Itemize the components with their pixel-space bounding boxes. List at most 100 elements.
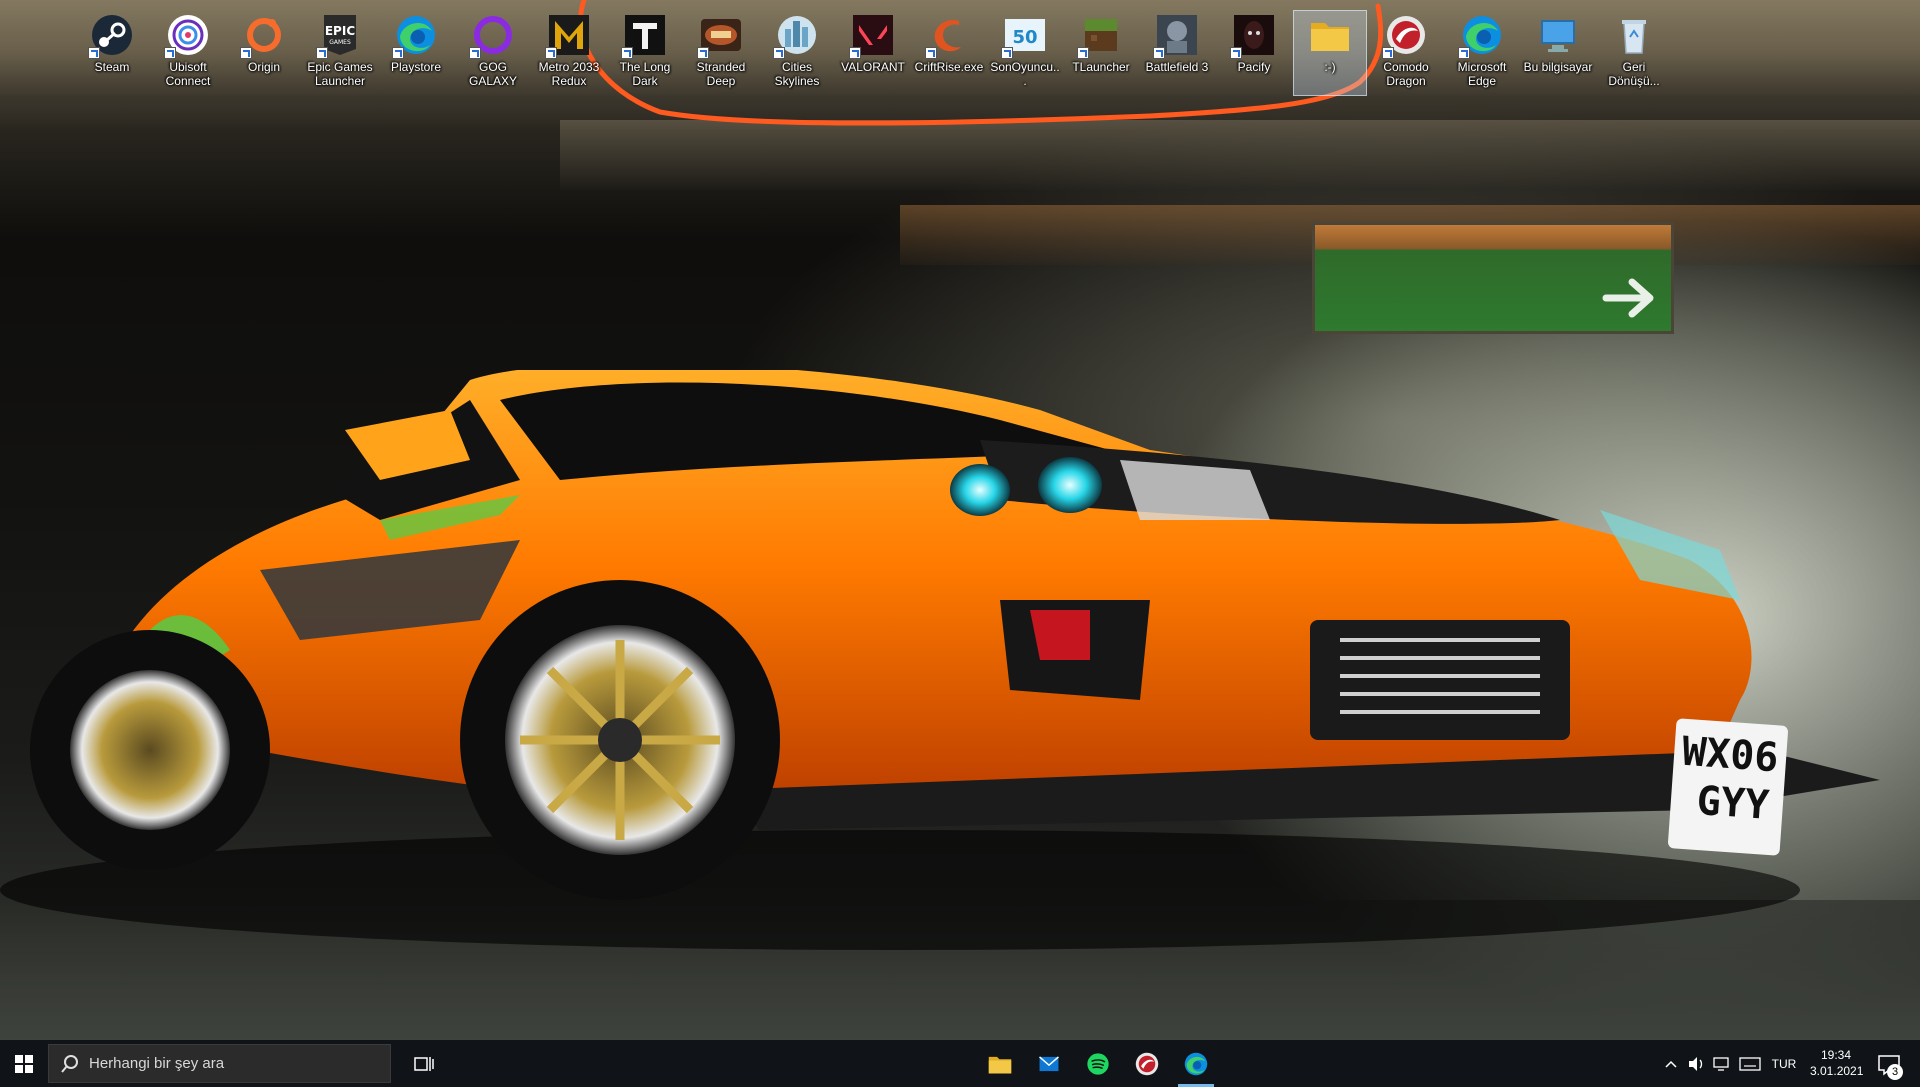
desktop-icon-label: The Long Dark [619, 60, 671, 88]
folder-icon [988, 1056, 1012, 1073]
keyboard-icon [1739, 1056, 1761, 1071]
this-pc-icon [1536, 13, 1580, 57]
tray-overflow-button[interactable] [1660, 1040, 1682, 1087]
desktop-icon[interactable]: Battlefield 3 [1140, 10, 1214, 96]
shortcut-arrow-icon [925, 47, 937, 59]
desktop-icon-label: Geri Dönüşü... [1608, 60, 1660, 88]
desktop-icon[interactable]: Geri Dönüşü... [1597, 10, 1671, 96]
taskbar: Herhangi bir şey ara TUR 19:34 3.01.2021… [0, 1040, 1920, 1087]
shortcut-arrow-icon [240, 47, 252, 59]
desktop-icon-label: Battlefield 3 [1145, 60, 1209, 74]
metro-2033-icon [545, 13, 591, 59]
desktop-wallpaper: WX06 GYY [0, 0, 1920, 1087]
desktop-icon[interactable]: Bu bilgisayar [1521, 10, 1595, 96]
ubisoft-icon [164, 13, 210, 59]
desktop-icon-label: Metro 2033 Redux [538, 60, 600, 88]
desktop-icon[interactable]: TLauncher [1064, 10, 1138, 96]
taskbar-search-box[interactable]: Herhangi bir şey ara [48, 1044, 391, 1083]
desktop-icon-grid: Steam Ubisoft Connect Origin EPIC GAMES Epic … [0, 0, 1920, 100]
cities-skylines-icon [773, 13, 819, 59]
taskbar-app-microsoft-edge[interactable] [1172, 1040, 1220, 1087]
shortcut-arrow-icon [469, 47, 481, 59]
shortcut-arrow-icon [545, 47, 557, 59]
desktop-icon-label: Stranded Deep [696, 60, 746, 88]
taskbar-app-comodo-dragon[interactable] [1123, 1040, 1171, 1087]
desktop-icon-label: Cities Skylines [774, 60, 820, 88]
desktop-icon[interactable]: Playstore [379, 10, 453, 96]
taskbar-clock[interactable]: 19:34 3.01.2021 [1810, 1047, 1864, 1079]
edge-icon [1184, 1052, 1208, 1075]
shortcut-arrow-icon [697, 47, 709, 59]
shortcut-arrow-icon [849, 47, 861, 59]
desktop-icon-label: Epic Games Launcher [307, 60, 373, 88]
desktop-icon[interactable]: GOG GALAXY [456, 10, 530, 96]
svg-text:EPIC: EPIC [325, 24, 355, 38]
desktop-icon-label: TLauncher [1072, 60, 1130, 74]
stranded-deep-icon [697, 13, 743, 59]
network-icon [1713, 1056, 1729, 1071]
origin-icon [240, 13, 286, 59]
chevron-up-icon [1665, 1060, 1677, 1068]
epic-games-icon: EPIC GAMES [316, 13, 362, 59]
taskbar-app-mail[interactable] [1025, 1040, 1073, 1087]
desktop-icon[interactable]: Microsoft Edge [1445, 10, 1519, 96]
sports-car-illustration: WX06 GYY [0, 370, 1880, 950]
windows-logo-icon [14, 1054, 33, 1073]
task-view-button[interactable] [402, 1040, 446, 1087]
desktop-icon[interactable]: Ubisoft Connect [151, 10, 225, 96]
desktop-icon-label: Steam [94, 60, 130, 74]
volume-icon [1689, 1056, 1703, 1071]
shortcut-arrow-icon [164, 47, 176, 59]
desktop-icon-label: Playstore [390, 60, 442, 74]
search-icon [61, 1054, 78, 1073]
tray-network[interactable] [1710, 1040, 1734, 1087]
desktop-icon[interactable]: Comodo Dragon [1369, 10, 1443, 96]
shortcut-arrow-icon [316, 47, 328, 59]
start-button[interactable] [0, 1040, 47, 1087]
steam-icon [88, 13, 134, 59]
tray-keyboard[interactable] [1736, 1040, 1764, 1087]
desktop-icon-label: Pacify [1237, 60, 1271, 74]
notification-badge: 3 [1887, 1064, 1903, 1080]
desktop-icon[interactable]: EPIC GAMES Epic Games Launcher [303, 10, 377, 96]
desktop-icon[interactable]: :-) [1293, 10, 1367, 96]
taskbar-app-file-explorer[interactable] [976, 1040, 1024, 1087]
sonoyuncu-icon: 50 [1001, 13, 1047, 59]
desktop-icon[interactable]: Metro 2033 Redux [532, 10, 606, 96]
shortcut-arrow-icon [1382, 47, 1394, 59]
tlauncher-icon [1077, 13, 1123, 59]
search-placeholder: Herhangi bir şey ara [89, 1055, 225, 1072]
shortcut-arrow-icon [1077, 47, 1089, 59]
shortcut-arrow-icon [1153, 47, 1165, 59]
desktop-icon[interactable]: VALORANT [836, 10, 910, 96]
desktop-icon[interactable]: Stranded Deep [684, 10, 758, 96]
desktop-icon-label: VALORANT [841, 60, 905, 74]
desktop-icon[interactable]: Origin [227, 10, 301, 96]
battlefield-3-icon [1153, 13, 1199, 59]
clock-date: 3.01.2021 [1810, 1064, 1864, 1078]
the-long-dark-icon [621, 13, 667, 59]
desktop-icon[interactable]: Pacify [1217, 10, 1291, 96]
tray-volume[interactable] [1684, 1040, 1708, 1087]
tray-language[interactable]: TUR [1766, 1040, 1802, 1087]
shortcut-arrow-icon [621, 47, 633, 59]
desktop-icon[interactable]: Cities Skylines [760, 10, 834, 96]
svg-text:50: 50 [1012, 27, 1037, 48]
desktop-icon-label: Comodo Dragon [1383, 60, 1429, 88]
desktop-icon[interactable]: Steam [75, 10, 149, 96]
desktop-icon-label: Ubisoft Connect [165, 60, 211, 88]
desktop-icon[interactable]: 50 SonOyuncu... [988, 10, 1062, 96]
desktop-icon[interactable]: The Long Dark [608, 10, 682, 96]
clock-time: 19:34 [1820, 1048, 1852, 1062]
edge-icon [392, 13, 438, 59]
gog-galaxy-icon [469, 13, 515, 59]
desktop-icon[interactable]: CriftRise.exe [912, 10, 986, 96]
taskbar-app-spotify[interactable] [1074, 1040, 1122, 1087]
shortcut-arrow-icon [88, 47, 100, 59]
desktop-icon-label: Bu bilgisayar [1523, 60, 1593, 74]
svg-text:GAMES: GAMES [329, 39, 351, 46]
comodo-dragon-icon [1135, 1052, 1159, 1075]
valorant-icon [849, 13, 895, 59]
shortcut-arrow-icon [392, 47, 404, 59]
folder-icon [1308, 13, 1352, 57]
